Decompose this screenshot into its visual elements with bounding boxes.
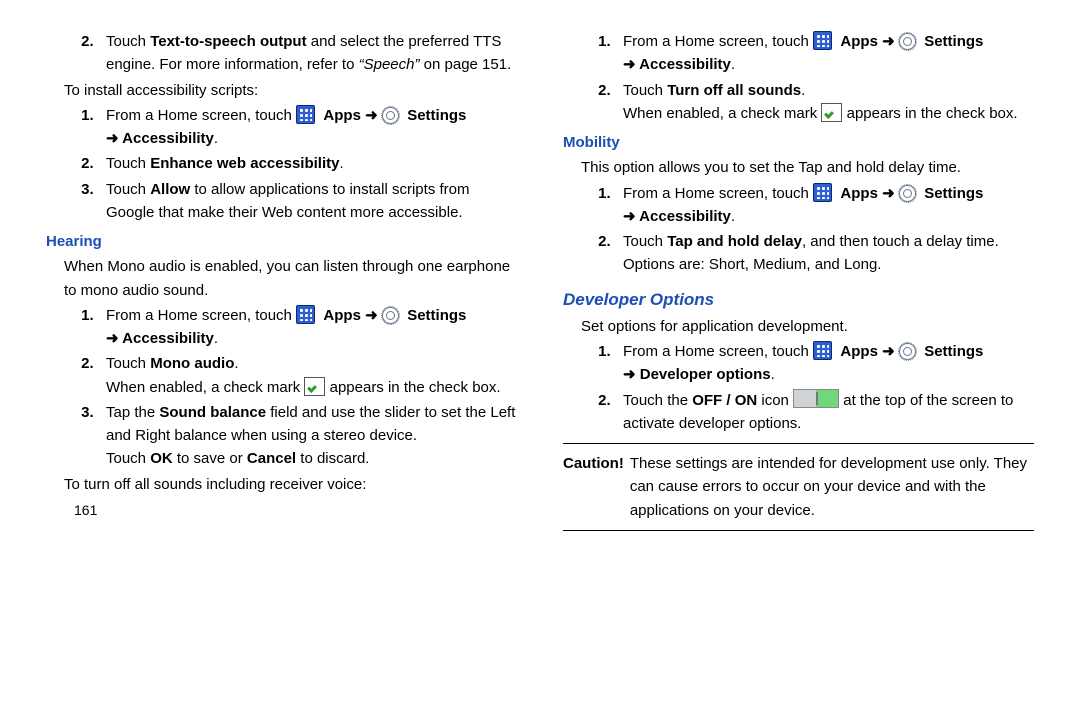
mobility-heading: Mobility bbox=[563, 131, 1034, 154]
mobility-step-1: From a Home screen, touch Apps ➜ Setting… bbox=[619, 182, 1034, 229]
right-column: From a Home screen, touch Apps ➜ Setting… bbox=[563, 28, 1034, 539]
hearing-step-1: From a Home screen, touch Apps ➜ Setting… bbox=[102, 304, 517, 351]
divider bbox=[563, 530, 1034, 531]
gear-icon bbox=[382, 107, 399, 124]
apps-icon bbox=[813, 183, 832, 202]
apps-icon bbox=[296, 305, 315, 324]
developer-intro: Set options for application development. bbox=[581, 315, 1034, 338]
apps-icon bbox=[813, 341, 832, 360]
divider bbox=[563, 443, 1034, 444]
page-number: 161 bbox=[74, 500, 517, 522]
gear-icon bbox=[382, 307, 399, 324]
apps-icon bbox=[813, 31, 832, 50]
install-step-2: Touch Enhance web accessibility. bbox=[102, 152, 517, 175]
gear-icon bbox=[899, 343, 916, 360]
hearing-step-3: Tap the Sound balance field and use the … bbox=[102, 401, 517, 471]
check-icon bbox=[304, 377, 325, 396]
left-column: Touch Text-to-speech output and select t… bbox=[46, 28, 517, 539]
turnoff-step-2: Touch Turn off all sounds. When enabled,… bbox=[619, 79, 1034, 126]
hearing-step-2: Touch Mono audio. When enabled, a check … bbox=[102, 352, 517, 399]
developer-heading: Developer Options bbox=[563, 287, 1034, 313]
developer-step-2: Touch the OFF / ON icon at the top of th… bbox=[619, 389, 1034, 436]
turnoff-step-1: From a Home screen, touch Apps ➜ Setting… bbox=[619, 30, 1034, 77]
gear-icon bbox=[899, 33, 916, 50]
tts-step-2: Touch Text-to-speech output and select t… bbox=[102, 30, 517, 77]
install-step-1: From a Home screen, touch Apps ➜ Setting… bbox=[102, 104, 517, 151]
gear-icon bbox=[899, 185, 916, 202]
mobility-intro: This option allows you to set the Tap an… bbox=[581, 156, 1034, 179]
hearing-heading: Hearing bbox=[46, 230, 517, 253]
check-icon bbox=[821, 103, 842, 122]
developer-step-1: From a Home screen, touch Apps ➜ Setting… bbox=[619, 340, 1034, 387]
hearing-intro: When Mono audio is enabled, you can list… bbox=[64, 255, 517, 302]
caution-block: Caution! These settings are intended for… bbox=[563, 452, 1034, 522]
install-intro: To install accessibility scripts: bbox=[64, 79, 517, 102]
turnoff-intro: To turn off all sounds including receive… bbox=[64, 473, 517, 496]
install-step-3: Touch Allow to allow applications to ins… bbox=[102, 178, 517, 225]
toggle-icon bbox=[793, 389, 839, 408]
apps-icon bbox=[296, 105, 315, 124]
mobility-step-2: Touch Tap and hold delay, and then touch… bbox=[619, 230, 1034, 277]
